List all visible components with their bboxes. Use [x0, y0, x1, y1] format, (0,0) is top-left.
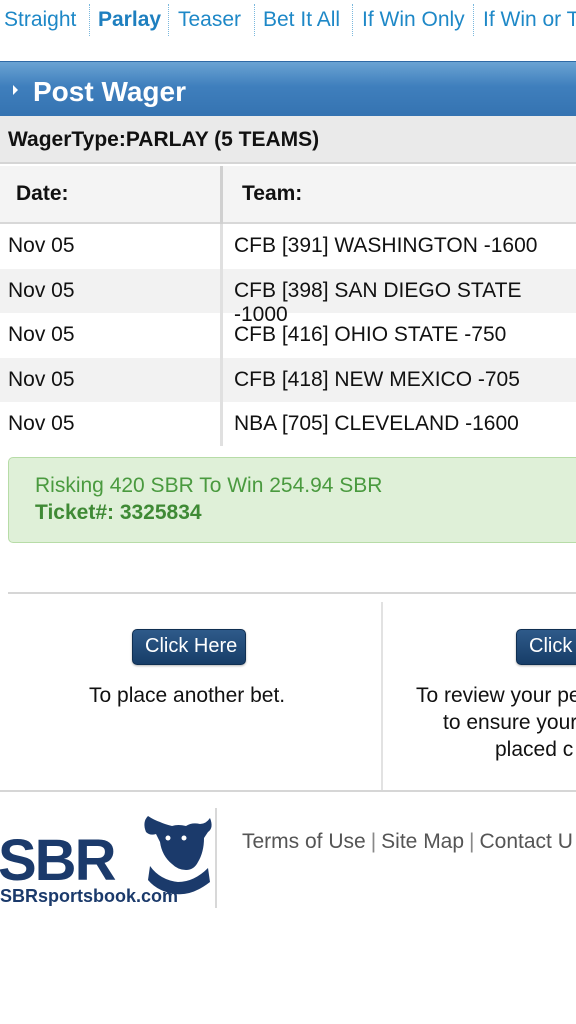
divider	[381, 602, 383, 790]
row-date: Nov 05	[8, 234, 75, 257]
table-header: Date: Team:	[0, 166, 576, 224]
caret-right-icon	[13, 85, 18, 95]
footer-links: Terms of Use | Site Map | Contact U	[242, 830, 573, 853]
row-team: CFB [391] WASHINGTON -1600	[234, 234, 538, 257]
divider	[0, 790, 576, 792]
wager-type-tabs: Straight Parlay Teaser Bet It All If Win…	[0, 0, 576, 40]
wager-type-bar: WagerType:PARLAY (5 TEAMS)	[0, 116, 576, 164]
team-column-header: Team:	[242, 182, 303, 205]
table-row: Nov 05 NBA [705] CLEVELAND -1600	[0, 402, 576, 447]
review-text-line-2: to ensure your	[443, 711, 576, 734]
row-team: NBA [705] CLEVELAND -1600	[234, 412, 519, 435]
post-wager-header: Post Wager	[0, 61, 576, 116]
row-date: Nov 05	[8, 367, 75, 391]
date-column-header: Date:	[16, 182, 69, 205]
tab-divider	[89, 4, 90, 36]
row-date: Nov 05	[8, 278, 75, 302]
tab-teaser[interactable]: Teaser	[178, 6, 241, 36]
wager-confirmation: Risking 420 SBR To Win 254.94 SBR Ticket…	[8, 457, 576, 543]
review-bets-button[interactable]: Click	[516, 629, 576, 665]
table-row: Nov 05 CFB [391] WASHINGTON -1600	[0, 224, 576, 269]
tab-bet-it-all[interactable]: Bet It All	[263, 6, 340, 36]
divider	[8, 592, 576, 594]
table-row: Nov 05 CFB [418] NEW MEXICO -705	[0, 357, 576, 402]
wager-type-label: WagerType:PARLAY (5 TEAMS)	[8, 128, 320, 151]
tab-parlay[interactable]: Parlay	[98, 6, 161, 36]
review-text-line-1: To review your pe	[416, 684, 576, 707]
ticket-number: Ticket#: 3325834	[35, 501, 202, 524]
table-row: Nov 05 CFB [416] OHIO STATE -750	[0, 313, 576, 358]
terms-of-use-link[interactable]: Terms of Use	[242, 830, 366, 853]
row-date: Nov 05	[8, 323, 75, 346]
contact-us-link[interactable]: Contact U	[480, 830, 573, 853]
column-divider	[220, 224, 223, 446]
site-map-link[interactable]: Site Map	[381, 830, 464, 853]
place-another-bet-text: To place another bet.	[89, 684, 286, 707]
table-row: Nov 05 CFB [398] SAN DIEGO STATE -1000	[0, 268, 576, 326]
bull-icon: SBR SBRsportsbook.com	[0, 816, 212, 906]
sbr-logo[interactable]: SBR SBRsportsbook.com	[0, 808, 218, 908]
row-team: CFB [418] NEW MEXICO -705	[234, 367, 520, 391]
row-date: Nov 05	[8, 412, 75, 435]
tab-if-win-only[interactable]: If Win Only	[362, 6, 465, 36]
tab-divider	[168, 4, 169, 36]
page-title: Post Wager	[33, 76, 186, 107]
logo-sub-text: SBRsportsbook.com	[0, 886, 178, 906]
tab-if-win-or-tie[interactable]: If Win or T	[483, 6, 576, 36]
column-divider	[220, 166, 223, 224]
divider	[215, 808, 217, 908]
tab-straight[interactable]: Straight	[4, 6, 76, 36]
tab-divider	[254, 4, 255, 36]
row-team: CFB [416] OHIO STATE -750	[234, 323, 507, 346]
place-another-bet-button[interactable]: Click Here	[132, 629, 246, 665]
tab-divider	[352, 4, 353, 36]
risk-summary: Risking 420 SBR To Win 254.94 SBR	[35, 474, 383, 497]
review-text-line-3: placed c	[495, 738, 574, 761]
logo-main-text: SBR	[0, 828, 116, 893]
tab-divider	[473, 4, 474, 36]
